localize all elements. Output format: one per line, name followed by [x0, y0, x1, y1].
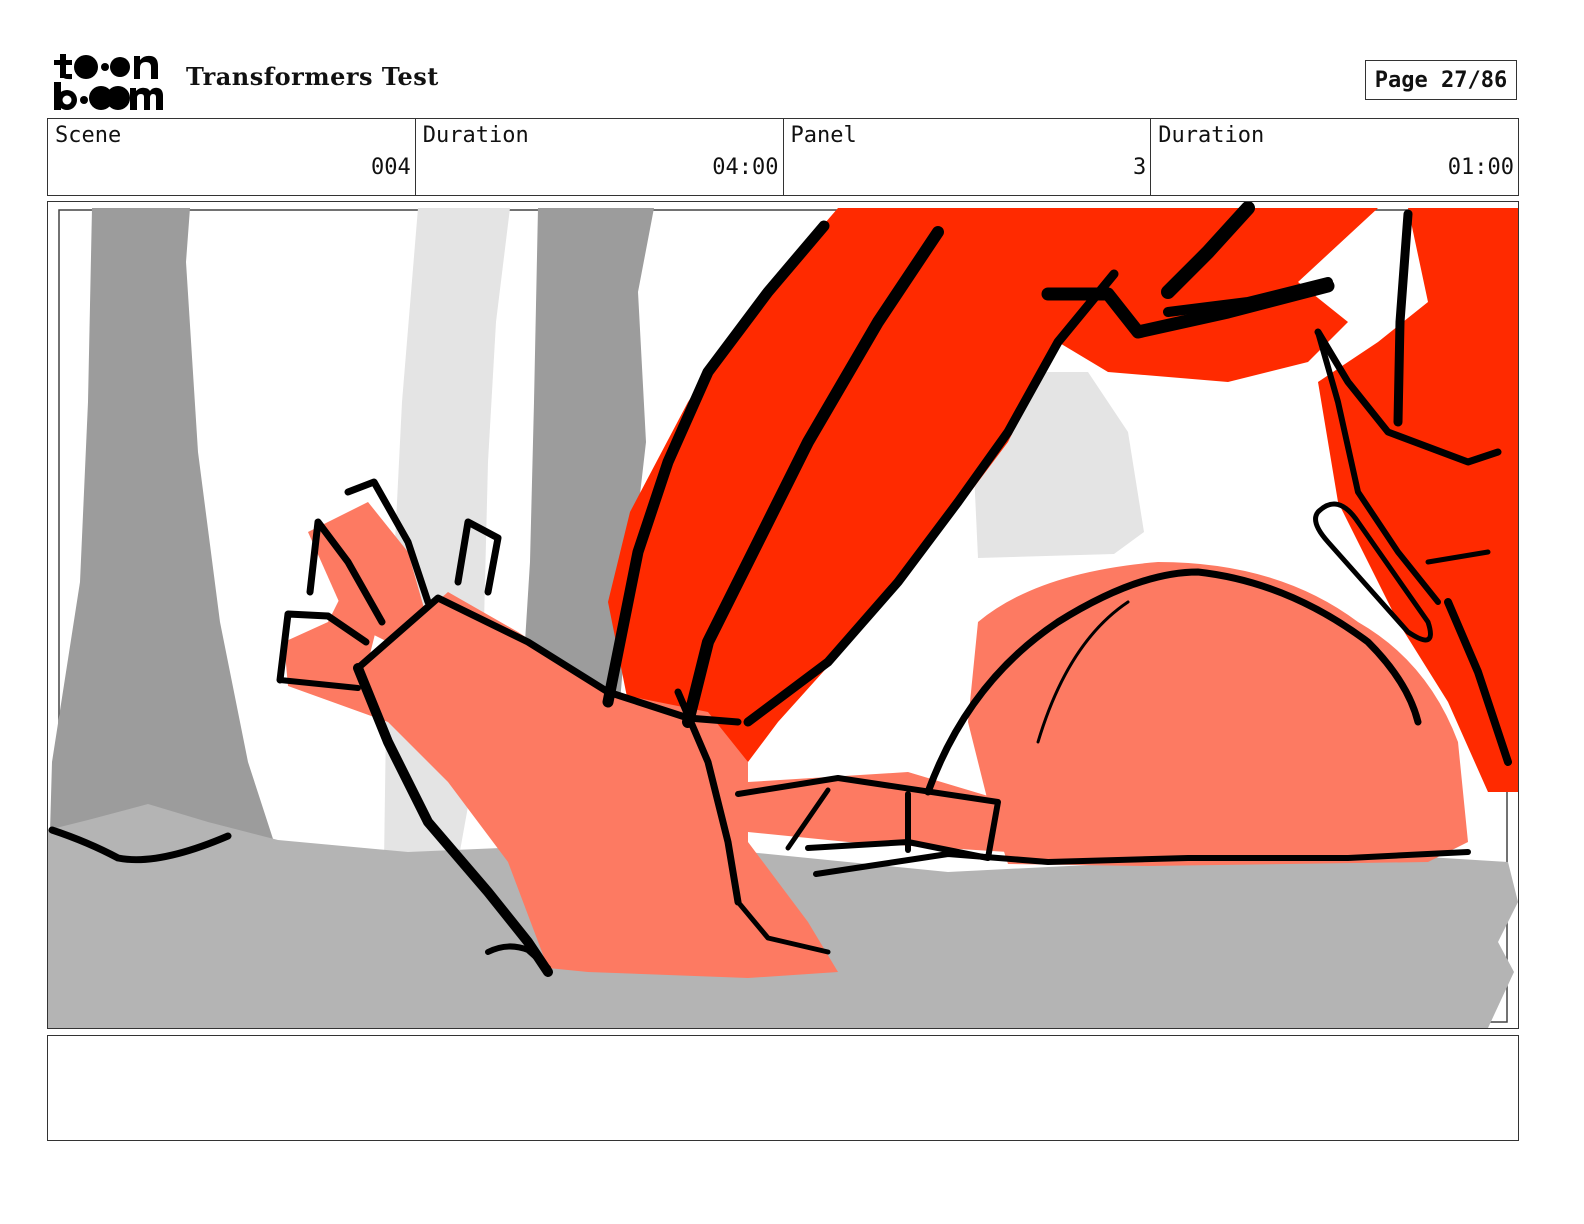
storyboard-illustration	[48, 202, 1518, 1028]
panel-cell: Panel 3	[784, 119, 1152, 195]
panel-duration-value: 01:00	[1447, 155, 1514, 180]
scene-duration-label: Duration	[422, 123, 529, 148]
panel-duration-cell: Duration 01:00	[1151, 119, 1518, 195]
project-title: Transformers Test	[186, 62, 439, 91]
panel-duration-label: Duration	[1158, 123, 1265, 148]
panel-label: Panel	[790, 123, 857, 148]
scene-label: Scene	[55, 123, 122, 148]
panel-value: 3	[1133, 155, 1147, 180]
info-strip: Scene 004 Duration 04:00 Panel 3 Duratio…	[47, 118, 1519, 196]
scene-duration-cell: Duration 04:00	[416, 119, 784, 195]
page-indicator: Page 27/86	[1365, 60, 1517, 100]
scene-duration-value: 04:00	[712, 155, 779, 180]
tree-trunk-left	[48, 208, 274, 902]
scene-cell: Scene 004	[48, 119, 416, 195]
panel-notes[interactable]	[47, 1035, 1519, 1141]
storyboard-panel	[47, 201, 1519, 1029]
scene-value: 004	[371, 155, 411, 180]
toon-boom-logo	[52, 50, 164, 112]
